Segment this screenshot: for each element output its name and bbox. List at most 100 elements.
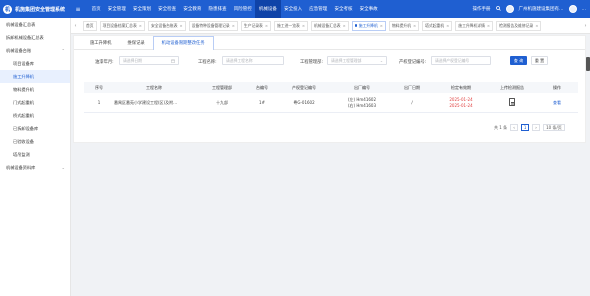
search-icon[interactable] xyxy=(495,5,501,13)
nav-item[interactable]: 安全投入 xyxy=(281,0,306,18)
view-link[interactable]: 查看 xyxy=(536,100,578,106)
tab[interactable]: 机械设备汇总表 × xyxy=(311,20,349,31)
tab[interactable]: 首页 xyxy=(83,20,97,31)
tab[interactable]: 生产记录表 × xyxy=(240,20,272,31)
tab[interactable]: 塔式起重机 × xyxy=(422,20,453,31)
sidebar-item[interactable]: 机械设备台账 ⌃ xyxy=(0,44,70,57)
nav-item[interactable]: 机械设备 xyxy=(255,0,281,18)
tab[interactable]: 物料提升机 × xyxy=(388,20,420,31)
sidebar-item[interactable]: 机械设备资料库 ⌄ xyxy=(0,161,70,174)
manager-select[interactable]: 请选择工程管理部 ⌄ xyxy=(327,56,387,65)
nav-item[interactable]: 安全检查 xyxy=(155,0,180,18)
tab-label: 安全设备台账表 xyxy=(150,22,178,28)
tab[interactable]: 施工升降机详情 × xyxy=(455,20,494,31)
nav-item[interactable]: 隐患排查 xyxy=(205,0,230,18)
column-header: 序号 xyxy=(95,84,103,90)
close-icon[interactable]: × xyxy=(302,23,305,28)
date-picker[interactable]: 请选择日期 xyxy=(119,56,179,65)
close-icon[interactable]: × xyxy=(232,23,235,28)
nav-item[interactable]: 安全事故 xyxy=(356,0,381,18)
tab-bar: ‹ 首页 项目设备档案汇总表 × 安全设备台账表 × 设备特种设备管理记录 × 生产记录表 × 施… xyxy=(71,18,590,34)
sidebar-item[interactable]: 已验收设备 xyxy=(0,135,70,148)
sidebar: 机械设备汇总表 拆卸机械设备汇总表 机械设备台账 ⌃ 项目设备库 施工升降机 物料提升机 门式… xyxy=(0,18,71,296)
sidebar-item[interactable]: 施工升降机 xyxy=(0,70,70,83)
user-avatar[interactable] xyxy=(568,5,577,13)
nav-item[interactable]: 首页 xyxy=(88,0,104,18)
reset-button[interactable]: 重 置 xyxy=(531,56,548,65)
next-page-icon[interactable]: › xyxy=(532,124,541,131)
page-number[interactable]: 1 xyxy=(521,124,530,131)
page-size-select[interactable]: 10 条/页 xyxy=(543,124,565,131)
nav-item[interactable]: 安全教育 xyxy=(180,0,205,18)
tab[interactable]: 安全设备台账表 × xyxy=(147,20,186,31)
column-header: 工程名称 xyxy=(146,84,162,90)
project-label: 工程名称: xyxy=(198,60,217,65)
close-icon[interactable]: × xyxy=(380,23,383,28)
app-title: 机施集团安全管理系统 xyxy=(15,6,66,13)
nav-item[interactable]: 风险管控 xyxy=(230,0,255,18)
valid-date-end: 2025-01-24 xyxy=(449,102,473,108)
table-header: 序号 工程名称 工程管理部 台编号 产权登记编号 出厂编号 出厂日期 检定有效期 上传检测报告 操… xyxy=(84,82,578,93)
pagination: 共 1 条 ‹ 1 › 10 条/页 xyxy=(494,124,565,131)
cell-prop-no: 粤G-01602 xyxy=(293,99,315,105)
tab[interactable]: 项目设备档案汇总表 × xyxy=(99,20,145,31)
search-button[interactable]: 查 询 xyxy=(510,56,527,65)
close-icon[interactable]: × xyxy=(265,23,268,28)
sidebar-item[interactable]: 塔吊监测 xyxy=(0,148,70,161)
tab[interactable]: 施工升降机 × xyxy=(351,20,386,31)
logo-icon: 机 xyxy=(3,4,12,14)
file-icon[interactable] xyxy=(509,97,515,106)
sub-tabs: 施工升降机 维保记录 机动设备限期整改任务 xyxy=(74,35,585,50)
tab[interactable]: 设备特种设备管理记录 × xyxy=(188,20,238,31)
close-icon[interactable]: × xyxy=(535,23,538,28)
manager-placeholder: 请选择工程管理部 xyxy=(331,57,362,63)
close-icon[interactable]: × xyxy=(487,23,490,28)
tab-label: 检测报告及维修记录 xyxy=(499,22,534,28)
sidebar-item-label: 已拆卸设备库 xyxy=(13,125,39,131)
tab-prev-icon[interactable]: ‹ xyxy=(71,23,80,29)
close-icon[interactable]: × xyxy=(446,23,449,28)
sidebar-item[interactable]: 项目设备库 xyxy=(0,57,70,70)
nav-item[interactable]: 安全考核 xyxy=(331,0,356,18)
project-input[interactable]: 请选择工程名称 xyxy=(222,56,284,65)
nav-item[interactable]: 应急管理 xyxy=(306,0,331,18)
sidebar-item[interactable]: 已拆卸设备库 xyxy=(0,122,70,135)
sidebar-item[interactable]: 门式起重机 xyxy=(0,96,70,109)
data-table: 序号 工程名称 工程管理部 台编号 产权登记编号 出厂编号 出厂日期 检定有效期 上传检测报告 操… xyxy=(84,82,578,113)
sub-tab[interactable]: 机动设备限期整改任务 xyxy=(152,35,214,50)
tab-label: 项目设备档案汇总表 xyxy=(102,22,137,28)
company-avatar xyxy=(505,5,514,13)
sidebar-item[interactable]: 机械设备汇总表 xyxy=(0,18,70,31)
total-count: 共 1 条 xyxy=(494,124,508,130)
side-drawer-handle[interactable] xyxy=(586,57,590,71)
sidebar-item[interactable]: 桥式起重机 xyxy=(0,109,70,122)
cell-index: 1 xyxy=(97,99,101,105)
close-icon[interactable]: × xyxy=(139,23,142,28)
company-name[interactable]: 广州机施建设集团有… xyxy=(519,6,564,12)
tab-label: 施工升降机 xyxy=(358,22,378,28)
user-name[interactable]: … xyxy=(582,7,587,12)
prop-input[interactable]: 请选择产权登记编号 xyxy=(431,56,491,65)
tab[interactable]: 检测报告及维修记录 × xyxy=(496,20,542,31)
tab-list: 首页 项目设备档案汇总表 × 安全设备台账表 × 设备特种设备管理记录 × 生产记录表 × 施工进… xyxy=(80,20,581,31)
nav-item[interactable]: 安全策划 xyxy=(129,0,154,18)
brand[interactable]: 机 机施集团安全管理系统 xyxy=(0,0,71,18)
column-header: 出厂编号 xyxy=(354,84,370,90)
menu-toggle-icon[interactable]: ≡ xyxy=(71,6,85,13)
sub-tab[interactable]: 维保记录 xyxy=(119,36,152,50)
sidebar-item-label: 机械设备资料库 xyxy=(6,164,36,170)
prev-page-icon[interactable]: ‹ xyxy=(510,124,519,131)
tab-next-icon[interactable]: › xyxy=(581,23,590,29)
close-icon[interactable]: × xyxy=(180,23,183,28)
sidebar-item[interactable]: 物料提升机 xyxy=(0,83,70,96)
close-icon[interactable]: × xyxy=(413,23,416,28)
close-icon[interactable]: × xyxy=(343,23,346,28)
manual-link[interactable]: 操作手册 xyxy=(473,6,491,12)
nav-item[interactable]: 安全管理 xyxy=(104,0,129,18)
sub-tab[interactable]: 施工升降机 xyxy=(82,36,119,50)
sidebar-item[interactable]: 拆卸机械设备汇总表 xyxy=(0,31,70,44)
tab[interactable]: 施工进一览表 × xyxy=(274,20,309,31)
column-header: 出厂日期 xyxy=(404,84,420,90)
column-header: 操作 xyxy=(553,84,561,90)
filter-bar: 油漆年月: 请选择日期 工程名称: 请选择工程名称 工程管理部: 请选择工程管理… xyxy=(74,56,587,68)
